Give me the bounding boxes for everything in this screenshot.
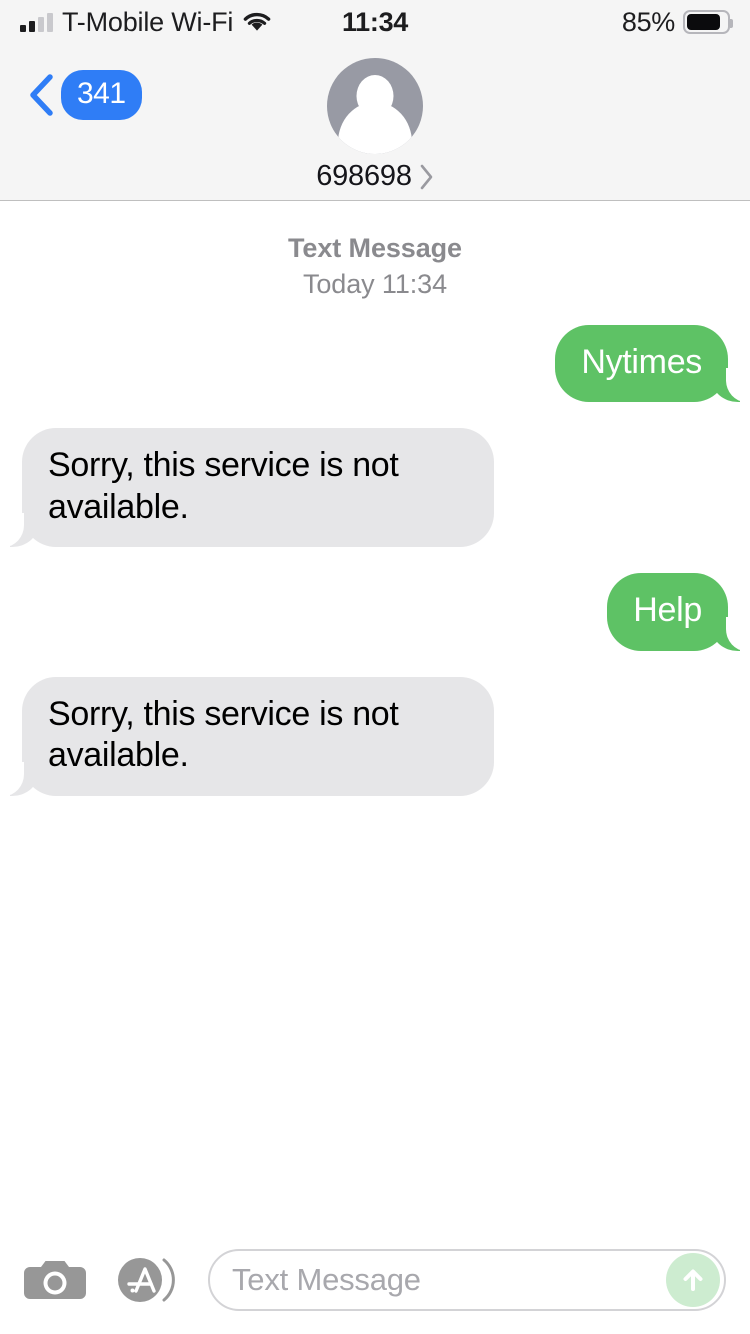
message-row: Sorry, this service is not available. <box>0 676 750 796</box>
avatar <box>327 58 423 154</box>
status-bar-left: T-Mobile Wi-Fi <box>20 6 272 37</box>
messages-app-screen: T-Mobile Wi-Fi 11:34 85% 341 698698 Text… <box>0 0 750 1334</box>
message-row: Help <box>0 573 750 652</box>
status-bar: T-Mobile Wi-Fi 11:34 85% <box>0 0 750 44</box>
camera-icon[interactable] <box>24 1255 86 1305</box>
message-input-placeholder: Text Message <box>232 1262 421 1297</box>
message-row: Nytimes <box>0 324 750 403</box>
carrier-label: T-Mobile Wi-Fi <box>62 6 234 37</box>
contact-name: 698698 <box>316 160 412 192</box>
wifi-icon <box>243 12 271 31</box>
message-type-label: Text Message <box>288 233 462 263</box>
cellular-signal-icon <box>20 12 53 32</box>
message-bubble-outgoing[interactable]: Help <box>607 573 750 652</box>
message-compose-toolbar: Text Message <box>0 1234 750 1334</box>
message-list[interactable]: Text Message Today 11:34 Nytimes Sorry, … <box>0 201 750 1234</box>
send-button[interactable] <box>666 1253 720 1307</box>
message-row: Sorry, this service is not available. <box>0 428 750 548</box>
message-bubble-incoming[interactable]: Sorry, this service is not available. <box>0 676 494 796</box>
message-input-field[interactable]: Text Message <box>208 1249 726 1311</box>
navigation-bar: 341 698698 <box>0 44 750 201</box>
battery-percentage-label: 85% <box>621 6 675 37</box>
app-store-icon[interactable] <box>114 1252 176 1308</box>
battery-icon <box>683 10 733 34</box>
arrow-up-icon <box>683 1269 703 1291</box>
contact-header[interactable]: 698698 <box>0 58 750 193</box>
conversation-timestamp: Text Message Today 11:34 <box>0 231 750 303</box>
message-time-label: Today 11:34 <box>302 268 447 299</box>
message-bubble-incoming[interactable]: Sorry, this service is not available. <box>0 428 494 548</box>
message-bubble-outgoing[interactable]: Nytimes <box>555 324 750 403</box>
status-bar-right: 85% <box>621 6 733 38</box>
chevron-right-icon[interactable] <box>420 164 434 190</box>
contact-name-row[interactable]: 698698 <box>316 160 434 193</box>
